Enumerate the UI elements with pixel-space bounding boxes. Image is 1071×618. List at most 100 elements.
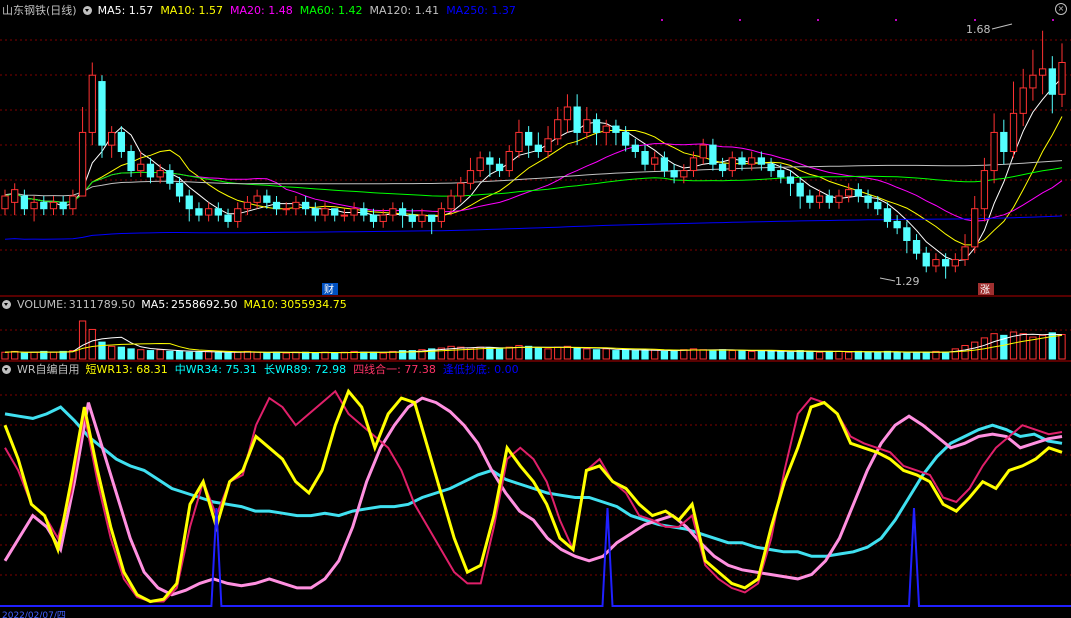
candle-body [573,106,581,133]
volume-bar [175,350,184,360]
volume-bar [854,350,863,360]
candle-body [631,144,639,152]
candle-body [544,138,552,153]
candle-body [1009,112,1018,152]
candle-body [612,125,620,133]
candle-body [961,246,969,261]
candle-body [825,195,833,203]
candle-body [486,157,494,165]
candle-body [883,208,892,222]
candle-body [437,208,446,222]
candle-body [379,214,387,222]
volume-bar [612,350,620,360]
candle-body [476,157,484,172]
volume-bar [815,351,824,360]
candle-body [495,163,504,172]
volume-bar [641,350,649,360]
candle-body [980,170,989,210]
volume-bar [486,347,494,360]
volume-bar [825,350,833,360]
volume-bar [893,351,901,360]
candle-body [641,151,649,165]
candle-body [69,195,77,210]
volume-bar [941,351,950,360]
volume-bar [282,352,290,360]
candle-body [835,195,843,203]
candle-body [874,201,882,210]
candle-body [864,195,872,203]
volume-bar [651,349,659,360]
candle-body [108,131,116,146]
candle-body [224,214,232,222]
volume-bar [563,345,572,360]
volume-bar [738,350,746,360]
volume-bar [30,351,38,360]
volume-bar [214,351,222,360]
volume-bar [699,349,707,360]
candle-body [428,214,436,222]
candle-body [660,157,669,172]
candle-body [941,259,950,267]
candle-body [389,208,397,216]
candle-body [845,189,853,197]
up-marker: 涨 [980,284,990,296]
candle-body [311,208,319,216]
volume-bar [117,346,126,360]
candle-body [932,259,940,267]
volume-bar [311,352,319,360]
volume-bar [195,351,203,360]
candle-body [350,208,358,216]
candle-body [670,170,678,178]
candle-body [505,151,513,172]
candle-body [680,170,688,178]
candle-body [621,131,630,146]
finance-marker: 财 [324,283,334,296]
candle-body [971,208,979,248]
volume-bar [554,346,562,360]
candle-body [175,182,184,197]
candle-body [331,208,339,216]
candle-body [40,201,48,210]
volume-bar [78,320,87,360]
candle-body [806,195,814,203]
candle-body [49,201,58,210]
candle-body [1058,62,1066,95]
candle-body [214,208,222,216]
volume-bar [544,348,552,360]
candle-body [88,74,96,133]
candle-body [272,201,281,210]
candle-body [30,201,38,210]
volume-bar [796,350,804,360]
volume-bar [951,348,959,360]
volume-bar [660,350,669,360]
volume-bar [108,345,116,360]
volume-bar [534,347,543,360]
candle-body [457,182,465,197]
stock-chart[interactable]: 1.68 1.29 财 涨 2022/02/07/四 [0,0,1071,618]
candle-body [1,195,9,210]
candle-body [1029,74,1037,89]
volume-bar [602,348,610,360]
candle-body [282,208,290,211]
date-label: 2022/02/07/四 [2,611,66,618]
volume-bar [583,348,591,360]
candle-body [447,195,455,210]
volume-bar [757,350,766,360]
candle-body [990,131,998,172]
top-dot [661,19,663,21]
volume-bar [680,349,688,360]
candle-body [340,214,349,217]
volume-bar [709,350,717,360]
candle-body [204,208,213,216]
volume-bar [592,349,601,360]
candle-body [854,189,863,197]
high-price-label: 1.68 [966,23,991,36]
candle-body [893,220,901,229]
top-dot [739,19,741,21]
volume-bar [204,350,213,360]
candle-body [515,131,523,153]
candle-body [689,157,698,172]
candle-body [951,259,959,267]
volume-bar [767,350,775,360]
volume-bar [1,351,9,360]
